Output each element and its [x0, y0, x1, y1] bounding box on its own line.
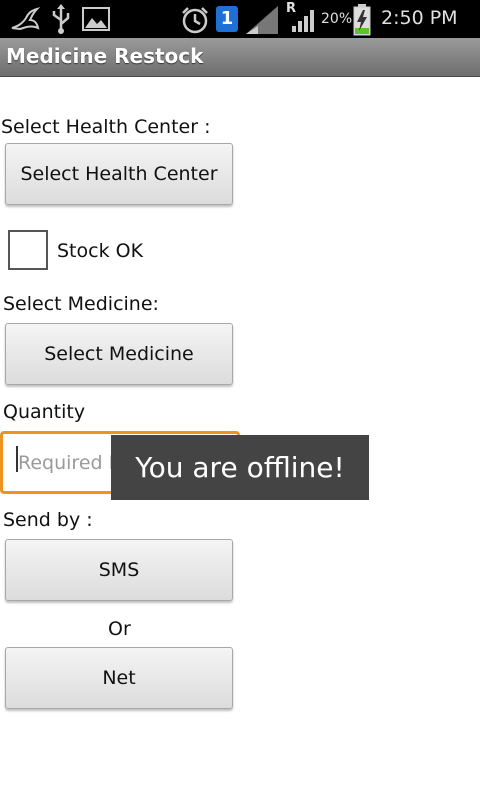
- signal-empty-icon: [246, 6, 278, 34]
- battery-charging-icon: [353, 4, 371, 36]
- select-health-center-button-label: Select Health Center: [20, 163, 218, 185]
- bird-icon: [11, 7, 40, 31]
- app-title: Medicine Restock: [6, 44, 204, 68]
- select-health-center-button[interactable]: Select Health Center: [5, 143, 233, 205]
- stock-ok-label: Stock OK: [57, 240, 144, 262]
- usb-icon: [52, 4, 70, 34]
- image-icon: [82, 7, 110, 31]
- sms-button[interactable]: SMS: [5, 539, 233, 601]
- clock: 2:50 PM: [381, 7, 458, 29]
- quantity-label: Quantity: [3, 401, 86, 423]
- sms-button-label: SMS: [98, 559, 140, 581]
- net-button[interactable]: Net: [5, 647, 233, 709]
- notification-count: 1: [220, 8, 234, 29]
- offline-toast: You are offline!: [111, 435, 369, 500]
- health-center-label: Select Health Center :: [1, 116, 211, 138]
- signal-icon: [292, 10, 314, 32]
- status-bar: 1 R 20% 2:50 PM: [0, 0, 480, 38]
- select-medicine-button-label: Select Medicine: [44, 343, 194, 365]
- send-by-label: Send by :: [3, 509, 93, 531]
- or-label: Or: [108, 618, 131, 640]
- toast-message: You are offline!: [135, 451, 345, 484]
- notification-icon: 1: [216, 6, 238, 32]
- alarm-icon: [182, 7, 208, 34]
- net-button-label: Net: [102, 667, 136, 689]
- title-bar: Medicine Restock: [0, 38, 480, 77]
- stock-ok-checkbox[interactable]: [8, 230, 48, 270]
- select-medicine-button[interactable]: Select Medicine: [5, 323, 233, 385]
- medicine-label: Select Medicine:: [3, 293, 159, 315]
- text-cursor: [16, 446, 18, 472]
- battery-percent: 20%: [321, 11, 353, 27]
